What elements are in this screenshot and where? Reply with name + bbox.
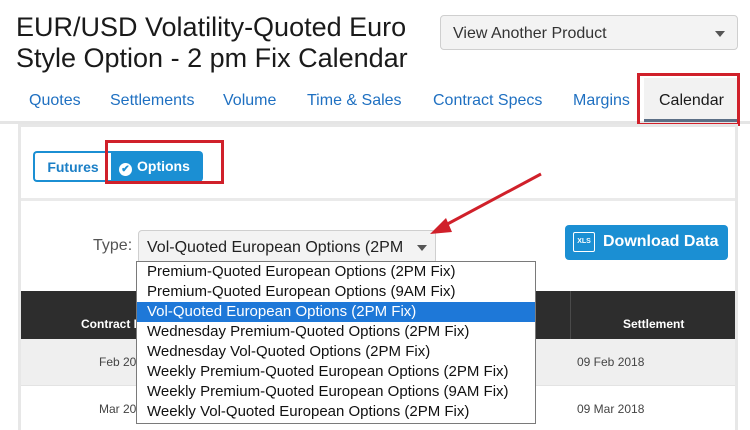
dropdown-option[interactable]: Weekly Vol-Quoted European Options (2PM … — [137, 402, 535, 422]
dropdown-option[interactable]: Premium-Quoted European Options (9AM Fix… — [137, 282, 535, 302]
dropdown-option[interactable]: Wednesday Premium-Quoted Options (2PM Fi… — [137, 322, 535, 342]
dropdown-option[interactable]: Weekly Premium-Quoted European Options (… — [137, 382, 535, 402]
dropdown-option-selected[interactable]: Vol-Quoted European Options (2PM Fix) — [137, 302, 535, 322]
dropdown-option[interactable]: Wednesday Vol-Quoted Options (2PM Fix) — [137, 342, 535, 362]
type-dropdown-list[interactable]: Premium-Quoted European Options (2PM Fix… — [136, 261, 536, 424]
dropdown-option[interactable]: Premium-Quoted European Options (2PM Fix… — [137, 262, 535, 282]
dropdown-option[interactable]: Weekly Premium-Quoted European Options (… — [137, 362, 535, 382]
